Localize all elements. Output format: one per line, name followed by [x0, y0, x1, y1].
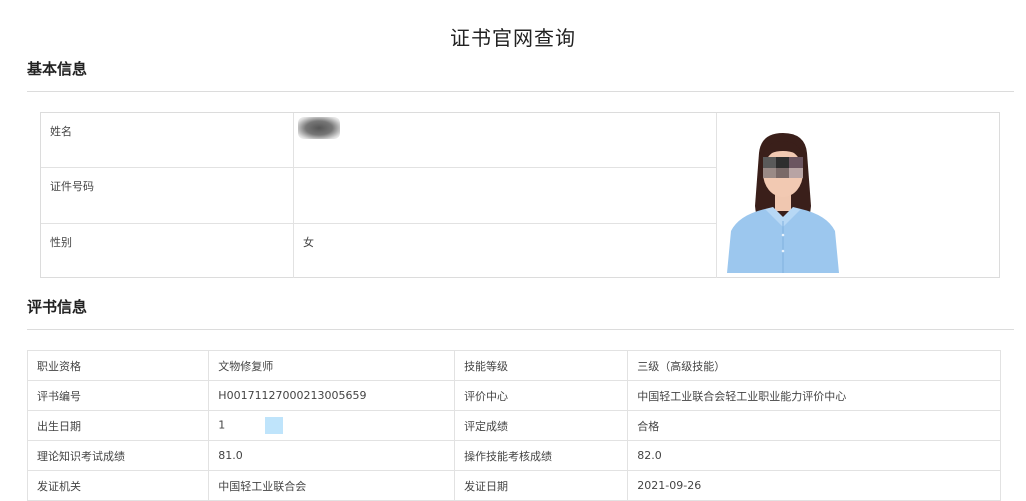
table-row: 评书编号 H00171127000213005659 评价中心 中国轻工业联合会…	[26, 380, 1001, 411]
table-row: 出生日期 1 评定成绩 合格	[26, 410, 1001, 441]
cert-info-divider	[27, 329, 1014, 330]
qualification-label: 职业资格	[26, 350, 210, 381]
basic-info-divider	[27, 91, 1014, 92]
practical-score-value: 82.0	[627, 440, 1001, 471]
theory-score-value: 81.0	[208, 440, 456, 471]
result-value: 合格	[627, 410, 1001, 441]
portrait-photo	[721, 131, 845, 273]
skill-level-value: 三级（高级技能）	[627, 350, 1001, 381]
issue-date-value: 2021-09-26	[627, 470, 1001, 501]
cert-number-value: H00171127000213005659	[208, 380, 456, 411]
id-number-label: 证件号码	[50, 180, 94, 193]
birth-date-value: 1	[218, 418, 229, 432]
issue-date-label: 发证日期	[454, 470, 629, 501]
evaluation-center-value: 中国轻工业联合会轻工业职业能力评价中心	[627, 380, 1001, 411]
issuing-authority-label: 发证机关	[26, 470, 210, 501]
result-label: 评定成绩	[454, 410, 629, 441]
row-name: 姓名	[41, 113, 716, 168]
evaluation-center-label: 评价中心	[454, 380, 629, 411]
skill-level-label: 技能等级	[454, 350, 629, 381]
row-id-number: 证件号码	[41, 168, 716, 223]
practical-score-label: 操作技能考核成绩	[454, 440, 629, 471]
cert-info-heading: 评书信息	[27, 298, 88, 316]
gender-label: 性别	[50, 236, 72, 249]
name-redaction	[298, 117, 340, 139]
table-row: 理论知识考试成绩 81.0 操作技能考核成绩 82.0	[26, 440, 1001, 471]
birth-date-cell: 1	[208, 410, 456, 441]
issuing-authority-value: 中国轻工业联合会	[208, 470, 456, 501]
page-title: 证书官网查询	[450, 26, 576, 50]
basic-info-table: 姓名 证件号码 性别 女	[40, 112, 1000, 278]
cert-info-table: 职业资格 文物修复师 技能等级 三级（高级技能） 评书编号 H001711270…	[26, 350, 1001, 501]
birth-date-label: 出生日期	[26, 410, 210, 441]
theory-score-label: 理论知识考试成绩	[26, 440, 210, 471]
cert-number-label: 评书编号	[26, 380, 210, 411]
birth-date-redaction	[264, 417, 283, 434]
basic-info-heading: 基本信息	[27, 60, 88, 78]
name-label: 姓名	[50, 125, 72, 138]
row-gender: 性别 女	[41, 224, 716, 279]
table-row: 发证机关 中国轻工业联合会 发证日期 2021-09-26	[26, 470, 1001, 501]
gender-value: 女	[303, 236, 314, 249]
table-row: 职业资格 文物修复师 技能等级 三级（高级技能）	[26, 350, 1001, 381]
qualification-value: 文物修复师	[208, 350, 456, 381]
